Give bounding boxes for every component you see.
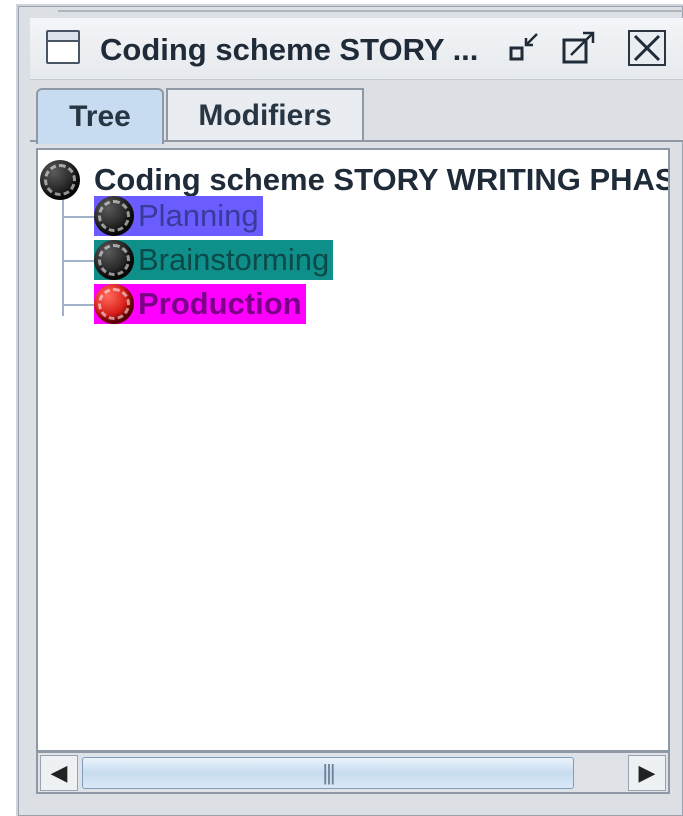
tree-connector-production bbox=[62, 304, 96, 306]
scroll-right-button[interactable]: ▶ bbox=[628, 755, 666, 791]
minimize-icon bbox=[509, 33, 538, 61]
tree-connector-brainstorming bbox=[62, 260, 96, 262]
scroll-left-button[interactable]: ◀ bbox=[40, 755, 78, 791]
tree-panel[interactable]: Coding scheme STORY WRITING PHAS Plannin… bbox=[36, 148, 670, 752]
minimize-button[interactable] bbox=[508, 30, 544, 66]
frame-top-edge bbox=[58, 10, 683, 12]
maximize-icon bbox=[562, 31, 595, 64]
black-ball-icon bbox=[40, 160, 80, 200]
tree-node-label: Brainstorming bbox=[138, 242, 330, 277]
close-icon bbox=[633, 34, 661, 62]
scroll-thumb[interactable]: ||| bbox=[82, 757, 574, 789]
tree-root-node[interactable]: Coding scheme STORY WRITING PHAS bbox=[40, 160, 670, 200]
red-ball-icon bbox=[94, 284, 134, 324]
black-ball-icon bbox=[94, 196, 134, 236]
close-button[interactable] bbox=[628, 30, 666, 66]
tree-node-label: Production bbox=[138, 286, 302, 321]
tab-modifiers[interactable]: Modifiers bbox=[166, 88, 364, 142]
window-icon bbox=[46, 30, 80, 64]
maximize-button[interactable] bbox=[561, 30, 597, 66]
window-title: Coding scheme STORY ... bbox=[100, 32, 479, 67]
tree-root-label: Coding scheme STORY WRITING PHAS bbox=[94, 162, 670, 197]
grip-icon: ||| bbox=[322, 760, 335, 785]
tab-strip: Tree Modifiers bbox=[30, 80, 683, 144]
tab-tree[interactable]: Tree bbox=[36, 88, 164, 144]
arrow-left-icon: ◀ bbox=[50, 760, 68, 785]
tree-connector-planning bbox=[62, 216, 96, 218]
tree-node-brainstorming[interactable]: Brainstorming bbox=[94, 240, 334, 280]
tree-node-planning[interactable]: Planning bbox=[94, 196, 263, 236]
arrow-right-icon: ▶ bbox=[638, 760, 656, 785]
black-ball-icon bbox=[94, 240, 134, 280]
title-bar[interactable]: Coding scheme STORY ... bbox=[30, 18, 683, 80]
tree-node-label: Planning bbox=[138, 198, 259, 233]
horizontal-scrollbar[interactable]: ◀ ||| ▶ bbox=[36, 752, 670, 794]
tree-node-production[interactable]: Production bbox=[94, 284, 306, 324]
